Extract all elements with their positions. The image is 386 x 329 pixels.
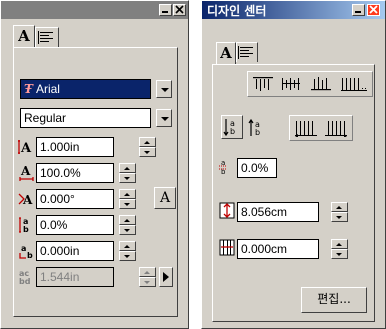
svg-text:A: A [20,141,32,156]
width-up[interactable] [331,239,348,249]
svg-text:a: a [21,244,26,253]
horizontal-scale-up[interactable] [119,163,136,173]
tracking-spinner[interactable] [119,215,136,235]
close-icon [369,5,378,14]
leading-up[interactable] [139,267,156,277]
right-window-title: 디자인 센터 [207,4,267,18]
minimize-icon [162,11,168,13]
tracking-icon: a b [19,217,29,234]
font-type-icon: Ŧ [24,82,33,96]
leading-spinner[interactable] [139,267,156,287]
svg-text:A: A [20,164,31,178]
minimize-icon [355,11,361,13]
align-center-icon[interactable] [281,75,303,93]
leading-icon: ac bd [19,269,31,286]
spacing-input[interactable]: 0.0% [237,158,277,178]
tracking-input[interactable]: 0.0% [36,215,114,235]
align-top-icon[interactable] [252,75,274,93]
height-up[interactable] [331,202,348,212]
character-palette: A Ŧ Arial Regular A 1.000in A 100.0% A 0… [0,0,189,329]
paragraph-align-icon [238,46,253,59]
distribute-right-icon[interactable] [324,119,350,137]
align-justify-icon[interactable] [340,75,370,93]
distribute-group [289,115,353,141]
height-input[interactable]: 8.056cm [237,202,319,222]
text-direction-down-button[interactable]: a b [221,115,243,139]
svg-text:b: b [27,251,33,260]
horizontal-scale-input[interactable]: 100.0% [36,163,114,183]
leading-down[interactable] [139,277,156,287]
tab-character[interactable]: A [216,42,236,64]
font-name-dropdown-arrow[interactable] [156,80,172,98]
horizontal-scale-down[interactable] [119,173,136,183]
close-button[interactable] [173,4,186,16]
svg-text:b: b [23,225,29,234]
align-bottom-icon[interactable] [310,75,332,93]
width-spinner[interactable] [331,239,348,259]
right-titlebar[interactable]: 디자인 센터 [202,1,385,19]
svg-text:b: b [230,127,235,136]
character-format-button[interactable]: A [154,187,176,209]
baseline-shift-spinner[interactable] [119,241,136,261]
font-style-select[interactable]: Regular [20,108,151,128]
minimize-button[interactable] [159,4,172,16]
font-size-spinner[interactable] [139,137,156,157]
leading-flyout-button[interactable] [159,267,173,287]
skew-angle-down[interactable] [119,199,136,209]
baseline-shift-down[interactable] [119,251,136,261]
width-input[interactable]: 0.000cm [237,239,319,259]
svg-text:b: b [255,128,260,137]
tab-paragraph[interactable] [35,27,59,47]
text-height-icon [219,202,235,219]
horizontal-scale-spinner[interactable] [119,163,136,183]
leading-input[interactable]: 1.544in [36,267,114,287]
skew-angle-spinner[interactable] [119,189,136,209]
close-icon [175,5,184,14]
baseline-shift-input[interactable]: 0.000in [36,241,114,261]
left-titlebar[interactable] [1,1,188,19]
height-down[interactable] [331,212,348,222]
skew-angle-up[interactable] [119,189,136,199]
font-name-select[interactable]: Ŧ Arial [20,79,151,99]
char-spacing-icon: a b [219,159,227,175]
font-size-input[interactable]: 1.000in [36,137,114,157]
paragraph-align-icon [38,31,53,44]
svg-text:bd: bd [19,277,31,286]
paragraph-tab-body: a b a b a b 0.0% 8.056cm 0.000cm 편집... [212,64,375,322]
text-width-icon [219,239,235,256]
font-style-dropdown-arrow[interactable] [156,109,172,127]
font-size-up[interactable] [139,137,156,147]
right-close-button[interactable] [367,4,380,16]
tab-character[interactable]: A [13,25,35,47]
baseline-shift-icon: a b [19,244,33,260]
baseline-shift-up[interactable] [119,241,136,251]
tab-paragraph[interactable] [236,42,258,62]
play-arrow-icon [163,272,169,282]
skew-angle-input[interactable]: 0.000° [36,189,114,209]
horizontal-scale-icon: A [19,164,34,181]
text-direction-up-icon[interactable]: a b [247,117,267,139]
width-down[interactable] [331,249,348,259]
design-center-palette: 디자인 센터 A a b a b a b 0.0% 8.056cm 0.000c… [201,0,386,329]
height-spinner[interactable] [331,202,348,222]
font-size-icon: A [18,140,32,156]
right-minimize-button[interactable] [352,4,365,16]
edit-button[interactable]: 편집... [301,287,367,313]
font-size-down[interactable] [139,147,156,157]
character-tab-body: Ŧ Arial Regular A 1.000in A 100.0% A 0.0… [13,47,178,317]
tracking-down[interactable] [119,225,136,235]
distribute-left-icon[interactable] [294,119,320,137]
align-buttons-group [247,71,373,97]
skew-angle-icon: A [18,193,33,207]
tracking-up[interactable] [119,215,136,225]
text-direction-down-icon: a b [223,119,235,137]
